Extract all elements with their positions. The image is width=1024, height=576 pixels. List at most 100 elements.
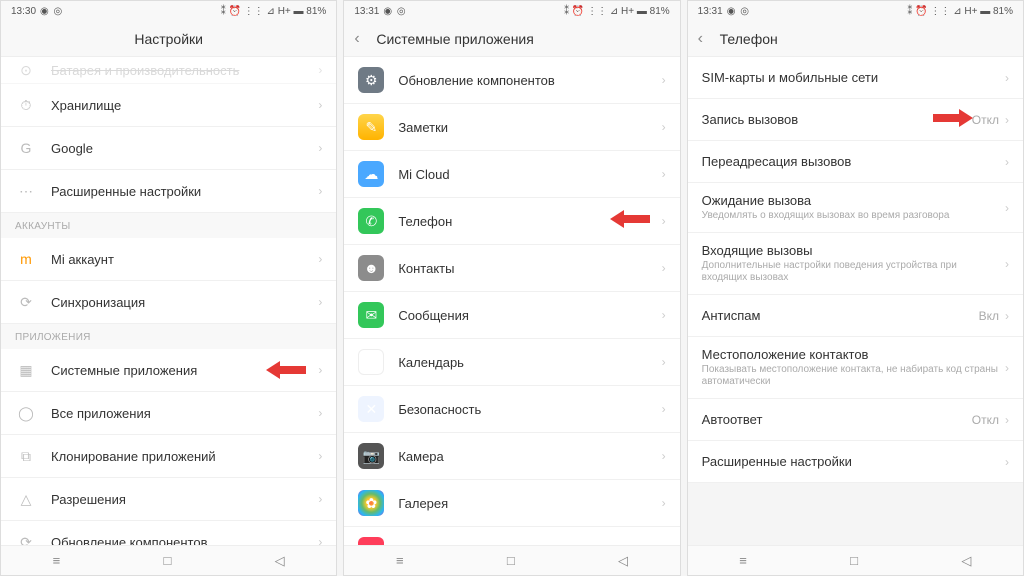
- row-micloud[interactable]: ☁ Mi Cloud ›: [344, 151, 679, 198]
- notes-icon: ✎: [358, 114, 384, 140]
- row-mi-account[interactable]: m Mi аккаунт ›: [1, 238, 336, 281]
- nav-home[interactable]: □: [507, 553, 515, 568]
- storage-icon: ⏱: [15, 94, 37, 116]
- status-apps: ◉ ◎: [727, 6, 750, 17]
- row-security[interactable]: ✕ Безопасность ›: [344, 386, 679, 433]
- row-storage[interactable]: ⏱ Хранилище ›: [1, 84, 336, 127]
- nav-back[interactable]: ◁: [961, 553, 971, 569]
- header: ‹ Системные приложения: [344, 21, 679, 57]
- back-button[interactable]: ‹: [698, 30, 703, 48]
- row-forwarding[interactable]: Переадресация вызовов ›: [688, 141, 1023, 183]
- row-incoming[interactable]: Входящие вызовы Дополнительные настройки…: [688, 233, 1023, 295]
- nav-home[interactable]: □: [850, 553, 858, 568]
- chevron-right-icon: ›: [662, 355, 666, 369]
- chevron-right-icon: ›: [1005, 455, 1009, 469]
- row-permissions[interactable]: △ Разрешения ›: [1, 478, 336, 521]
- mi-icon: m: [15, 248, 37, 270]
- chevron-right-icon: ›: [1005, 71, 1009, 85]
- music-icon: ♪: [358, 537, 384, 545]
- row-antispam[interactable]: Антиспам Вкл ›: [688, 295, 1023, 337]
- chevron-right-icon: ›: [1005, 201, 1009, 215]
- row-advanced[interactable]: Расширенные настройки ›: [688, 441, 1023, 483]
- row-google[interactable]: G Google ›: [1, 127, 336, 170]
- cloud-icon: ☁: [358, 161, 384, 187]
- chevron-right-icon: ›: [1005, 257, 1009, 271]
- chevron-right-icon: ›: [318, 252, 322, 266]
- row-location[interactable]: Местоположение контактов Показывать мест…: [688, 337, 1023, 399]
- page-title: Системные приложения: [376, 31, 534, 47]
- row-autoanswer[interactable]: Автоответ Откл ›: [688, 399, 1023, 441]
- status-time: 13:31: [698, 6, 723, 17]
- chevron-right-icon: ›: [662, 214, 666, 228]
- clone-icon: ⧉: [15, 445, 37, 467]
- nav-menu[interactable]: ≡: [396, 553, 404, 568]
- nav-back[interactable]: ◁: [618, 553, 628, 569]
- messages-icon: ✉: [358, 302, 384, 328]
- status-right: ⁑ ⏰ ⋮⋮ ⊿ H+ ▬ 81%: [221, 6, 327, 17]
- chevron-right-icon: ›: [662, 496, 666, 510]
- circle-icon: ◯: [15, 402, 37, 424]
- nav-menu[interactable]: ≡: [739, 553, 747, 568]
- row-notes[interactable]: ✎ Заметки ›: [344, 104, 679, 151]
- phone-icon: ✆: [358, 208, 384, 234]
- back-button[interactable]: ‹: [354, 30, 359, 48]
- security-icon: ✕: [358, 396, 384, 422]
- status-bar: 13:31 ◉ ◎ ⁑ ⏰ ⋮⋮ ⊿ H+ ▬ 81%: [688, 1, 1023, 21]
- row-phone[interactable]: ✆ Телефон ›: [344, 198, 679, 245]
- calendar-icon: 10: [358, 349, 384, 375]
- row-music[interactable]: ♪ Музыка ›: [344, 527, 679, 545]
- row-contacts[interactable]: ☻ Контакты ›: [344, 245, 679, 292]
- gear-icon: ⚙: [358, 67, 384, 93]
- row-call-recording[interactable]: Запись вызовов Откл ›: [688, 99, 1023, 141]
- status-apps: ◉ ◎: [40, 6, 63, 17]
- row-advanced[interactable]: ⋯ Расширенные настройки ›: [1, 170, 336, 213]
- chevron-right-icon: ›: [318, 535, 322, 545]
- row-updates[interactable]: ⚙ Обновление компонентов ›: [344, 57, 679, 104]
- row-system-apps[interactable]: ▦ Системные приложения ›: [1, 349, 336, 392]
- row-all-apps[interactable]: ◯ Все приложения ›: [1, 392, 336, 435]
- gallery-icon: ✿: [358, 490, 384, 516]
- chevron-right-icon: ›: [318, 363, 322, 377]
- chevron-right-icon: ›: [318, 492, 322, 506]
- settings-list[interactable]: ⊙ Батарея и производительность › ⏱ Храни…: [1, 57, 336, 545]
- row-value: Откл: [972, 113, 999, 127]
- chevron-right-icon: ›: [662, 261, 666, 275]
- row-calendar[interactable]: 10 Календарь ›: [344, 339, 679, 386]
- chevron-right-icon: ›: [1005, 113, 1009, 127]
- chevron-right-icon: ›: [662, 402, 666, 416]
- row-clone-apps[interactable]: ⧉ Клонирование приложений ›: [1, 435, 336, 478]
- row-sync[interactable]: ⟳ Синхронизация ›: [1, 281, 336, 324]
- header: ‹ Телефон: [688, 21, 1023, 57]
- status-time: 13:30: [11, 6, 36, 17]
- chevron-right-icon: ›: [318, 295, 322, 309]
- update-icon: ⟳: [15, 531, 37, 545]
- chevron-right-icon: ›: [662, 449, 666, 463]
- chevron-right-icon: ›: [318, 406, 322, 420]
- header: Настройки: [1, 21, 336, 57]
- lock-icon: △: [15, 488, 37, 510]
- status-time: 13:31: [354, 6, 379, 17]
- chevron-right-icon: ›: [662, 120, 666, 134]
- camera-icon: 📷: [358, 443, 384, 469]
- nav-menu[interactable]: ≡: [53, 553, 61, 568]
- status-right: ⁑ ⏰ ⋮⋮ ⊿ H+ ▬ 81%: [564, 6, 670, 17]
- row-sim[interactable]: SIM-карты и мобильные сети ›: [688, 57, 1023, 99]
- nav-home[interactable]: □: [164, 553, 172, 568]
- row-call-waiting[interactable]: Ожидание вызова Уведомлять о входящих вы…: [688, 183, 1023, 233]
- chevron-right-icon: ›: [1005, 155, 1009, 169]
- row-camera[interactable]: 📷 Камера ›: [344, 433, 679, 480]
- nav-bar: ≡ □ ◁: [1, 545, 336, 575]
- row-messages[interactable]: ✉ Сообщения ›: [344, 292, 679, 339]
- dots-icon: ⋯: [15, 180, 37, 202]
- row-battery[interactable]: ⊙ Батарея и производительность ›: [1, 57, 336, 84]
- row-updates[interactable]: ⟳ Обновление компонентов ›: [1, 521, 336, 545]
- status-bar: 13:30 ◉ ◎ ⁑ ⏰ ⋮⋮ ⊿ H+ ▬ 81%: [1, 1, 336, 21]
- nav-back[interactable]: ◁: [275, 553, 285, 569]
- system-apps-list[interactable]: ⚙ Обновление компонентов › ✎ Заметки › ☁…: [344, 57, 679, 545]
- grid-icon: ▦: [15, 359, 37, 381]
- chevron-right-icon: ›: [318, 98, 322, 112]
- chevron-right-icon: ›: [662, 308, 666, 322]
- row-gallery[interactable]: ✿ Галерея ›: [344, 480, 679, 527]
- phone-settings-list[interactable]: SIM-карты и мобильные сети › Запись вызо…: [688, 57, 1023, 545]
- page-title: Настройки: [134, 31, 203, 47]
